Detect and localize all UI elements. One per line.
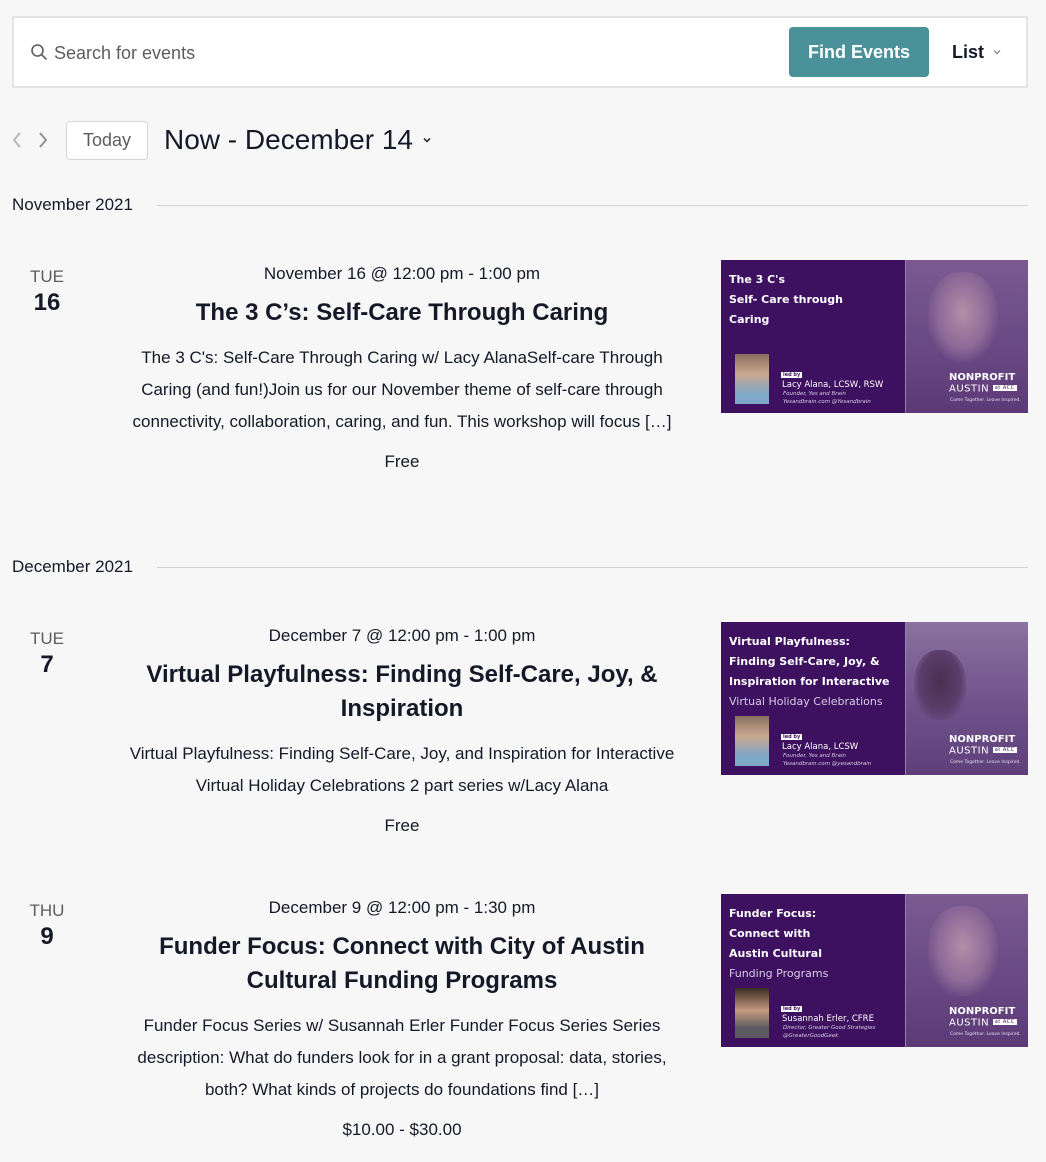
chevron-left-icon bbox=[12, 132, 21, 148]
nonprofit-austin-logo: NONPROFIT AUSTIN at ACC bbox=[949, 1006, 1017, 1029]
presenter-photo bbox=[735, 716, 769, 766]
event-weekday: TUE bbox=[30, 267, 64, 286]
chevron-down-icon bbox=[993, 50, 1001, 55]
event-description: The 3 C's: Self-Care Through Caring w/ L… bbox=[132, 348, 672, 431]
event-featured-image[interactable]: Funder Focus: Connect with Austin Cultur… bbox=[721, 894, 1028, 1047]
next-button[interactable] bbox=[36, 129, 50, 151]
event-datetime: November 16 @ 12:00 pm - 1:00 pm bbox=[263, 264, 541, 283]
image-text-panel: Funder Focus: Connect with Austin Cultur… bbox=[721, 894, 905, 1047]
event-details: November 16 @ 12:00 pm - 1:00 pm The 3 C… bbox=[126, 262, 678, 474]
presenter-web: @GreaterGoodGeek bbox=[783, 1033, 839, 1039]
previous-button[interactable] bbox=[10, 129, 24, 151]
events-search-bar: Find Events List bbox=[12, 16, 1028, 88]
image-text-panel: Virtual Playfulness: Finding Self-Care, … bbox=[721, 622, 905, 775]
event-description: Funder Focus Series w/ Susannah Erler Fu… bbox=[137, 1016, 667, 1099]
month-label: November 2021 bbox=[12, 195, 133, 214]
date-range-label: Now - December 14 bbox=[164, 124, 413, 155]
presenter-photo bbox=[735, 988, 769, 1038]
image-heading: Virtual Playfulness: Finding Self-Care, … bbox=[729, 635, 890, 708]
logo-tagline: Come Together. Leave Inspired. bbox=[950, 1032, 1021, 1037]
event-datetime: December 7 @ 12:00 pm - 1:00 pm bbox=[268, 626, 536, 645]
portrait-photo bbox=[914, 650, 966, 720]
portrait-photo bbox=[928, 272, 998, 362]
presenter-web: Yesandbrain.com @Yesandbrain bbox=[783, 399, 871, 405]
presenter-role: Director, Greater Good Strategies bbox=[783, 1025, 876, 1031]
event-details: December 7 @ 12:00 pm - 1:00 pm Virtual … bbox=[126, 624, 678, 838]
image-text-panel: The 3 C's Self- Care through Caring led … bbox=[721, 260, 905, 413]
presenter-role: Founder, Yes and Brain bbox=[783, 753, 846, 759]
event-description: Virtual Playfulness: Finding Self-Care, … bbox=[129, 744, 675, 795]
led-by-badge: led by bbox=[781, 372, 803, 378]
nonprofit-austin-logo: NONPROFIT AUSTIN at ACC bbox=[949, 734, 1017, 757]
event-day-number: 16 bbox=[33, 289, 61, 316]
nonprofit-austin-logo: NONPROFIT AUSTIN at ACC bbox=[949, 372, 1017, 395]
find-events-button[interactable]: Find Events bbox=[789, 27, 929, 77]
event-weekday: TUE bbox=[30, 629, 64, 648]
presenter-web: Yesandbrain.com @yesandbrain bbox=[783, 761, 872, 767]
led-by-badge: led by bbox=[781, 734, 803, 740]
event-details: December 9 @ 12:00 pm - 1:30 pm Funder F… bbox=[126, 896, 678, 1142]
event-cost: Free bbox=[384, 816, 420, 835]
event-day-number: 7 bbox=[40, 651, 54, 678]
event-title-link[interactable]: Virtual Playfulness: Finding Self-Care, … bbox=[126, 658, 678, 726]
presenter-name: Lacy Alana, LCSW, RSW bbox=[782, 380, 884, 390]
search-input[interactable] bbox=[54, 36, 754, 70]
date-range-picker[interactable]: Now - December 14 bbox=[164, 124, 433, 156]
event-title-link[interactable]: Funder Focus: Connect with City of Austi… bbox=[126, 930, 678, 998]
presenter-photo bbox=[735, 354, 769, 404]
event-date-tag: TUE 16 bbox=[12, 267, 82, 317]
portrait-photo bbox=[928, 906, 998, 996]
event-day-number: 9 bbox=[40, 923, 54, 950]
logo-tagline: Come Together. Leave Inspired. bbox=[950, 760, 1021, 765]
divider bbox=[156, 204, 1028, 206]
event-date-tag: TUE 7 bbox=[12, 629, 82, 679]
event-cost: Free bbox=[384, 452, 420, 471]
logo-tagline: Come Together. Leave Inspired. bbox=[950, 398, 1021, 403]
presenter-name: Lacy Alana, LCSW bbox=[782, 742, 859, 752]
month-label: December 2021 bbox=[12, 557, 133, 576]
event-title-link[interactable]: The 3 C’s: Self-Care Through Caring bbox=[126, 296, 678, 330]
event-featured-image[interactable]: The 3 C's Self- Care through Caring led … bbox=[721, 260, 1028, 413]
search-icon bbox=[31, 44, 47, 60]
month-separator: December 2021 bbox=[12, 557, 1028, 577]
chevron-down-icon bbox=[423, 137, 431, 143]
event-weekday: THU bbox=[29, 901, 65, 920]
led-by-badge: led by bbox=[781, 1006, 803, 1012]
presenter-role: Founder, Yes and Brain bbox=[783, 391, 846, 397]
divider bbox=[156, 566, 1028, 568]
date-navigation: Today Now - December 14 bbox=[10, 120, 433, 160]
image-heading: The 3 C's Self- Care through Caring bbox=[729, 273, 843, 326]
event-featured-image[interactable]: Virtual Playfulness: Finding Self-Care, … bbox=[721, 622, 1028, 775]
today-button[interactable]: Today bbox=[66, 120, 148, 160]
image-heading: Funder Focus: Connect with Austin Cultur… bbox=[729, 907, 829, 980]
event-cost: $10.00 - $30.00 bbox=[342, 1120, 462, 1139]
event-datetime: December 9 @ 12:00 pm - 1:30 pm bbox=[268, 898, 536, 917]
view-selector-label: List bbox=[952, 41, 985, 62]
month-separator: November 2021 bbox=[12, 195, 1028, 215]
presenter-name: Susannah Erler, CFRE bbox=[782, 1014, 874, 1024]
event-date-tag: THU 9 bbox=[12, 901, 82, 951]
view-selector[interactable]: List bbox=[952, 38, 1002, 66]
chevron-right-icon bbox=[39, 132, 48, 148]
